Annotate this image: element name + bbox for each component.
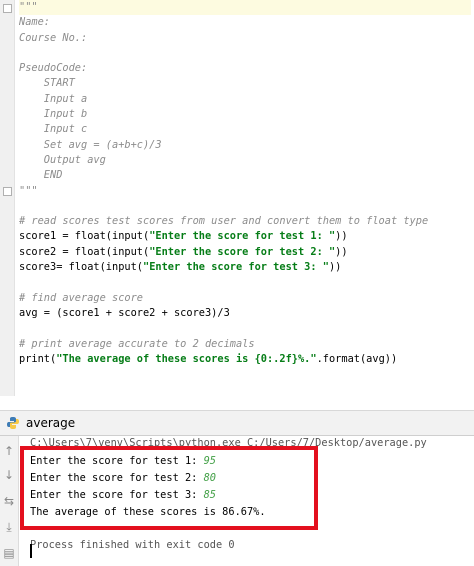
code-line[interactable]: """ bbox=[19, 0, 471, 16]
code-token: score1 = float(input( bbox=[19, 230, 150, 243]
code-line[interactable]: score3= float(input("Enter the score for… bbox=[19, 260, 471, 275]
console-prompt-line: Enter the score for test 1: 95 bbox=[30, 453, 470, 470]
console-caret bbox=[30, 544, 32, 558]
code-line[interactable]: Input b bbox=[19, 107, 471, 122]
code-line[interactable] bbox=[19, 321, 471, 336]
console-command: C:\Users\7\venv\Scripts\python.exe C:/Us… bbox=[30, 437, 427, 449]
docstring-text: Input a bbox=[19, 92, 88, 105]
code-line[interactable]: # find average score bbox=[19, 291, 471, 306]
code-line[interactable]: """ bbox=[19, 184, 471, 199]
code-line[interactable]: Output avg bbox=[19, 153, 471, 168]
console-output[interactable]: C:\Users\7\venv\Scripts\python.exe C:/Us… bbox=[30, 436, 470, 554]
code-editor[interactable]: """ Name: Course No.: PseudoCode: START Inp… bbox=[0, 0, 474, 396]
code-token: print( bbox=[19, 352, 57, 365]
string-literal: "The average of these scores is {0:.2f}%… bbox=[56, 352, 317, 365]
soft-wrap-icon[interactable]: ⇆ bbox=[2, 494, 16, 508]
code-token: avg = (score1 + score2 + score3)/3 bbox=[19, 306, 230, 319]
user-input: 85 bbox=[203, 489, 216, 501]
code-token: )) bbox=[328, 261, 342, 274]
fold-marker-icon[interactable] bbox=[3, 187, 12, 196]
docstring-text: END bbox=[19, 169, 63, 182]
arrow-up-icon[interactable]: ↑ bbox=[2, 444, 16, 458]
code-line[interactable] bbox=[19, 46, 471, 61]
code-line[interactable]: # read scores test scores from user and … bbox=[19, 214, 471, 229]
print-icon[interactable]: ▤ bbox=[2, 546, 16, 560]
console-prompt-line: Enter the score for test 2: 80 bbox=[30, 470, 470, 487]
run-tool-window-header: average bbox=[0, 411, 474, 436]
console-exit-message: Process finished with exit code 0 bbox=[30, 539, 235, 551]
code-token: )) bbox=[335, 245, 348, 258]
docstring-text: Input b bbox=[19, 108, 88, 121]
code-lines[interactable]: """ Name: Course No.: PseudoCode: START Inp… bbox=[19, 0, 471, 367]
docstring-text: Set avg = (a+b+c)/3 bbox=[19, 138, 162, 151]
string-literal: "Enter the score for test 1: " bbox=[149, 230, 336, 243]
docstring-text: """ bbox=[19, 184, 38, 197]
docstring-text: Output avg bbox=[19, 153, 106, 166]
code-comment: # find average score bbox=[19, 291, 143, 304]
console-toolbar: ↑ ↓ ⇆ ⤓ ▤ bbox=[0, 436, 19, 566]
code-line[interactable]: # print average accurate to 2 decimals bbox=[19, 337, 471, 352]
code-line[interactable]: Course No.: bbox=[19, 31, 471, 46]
code-line[interactable]: START bbox=[19, 76, 471, 91]
prompt-text: Enter the score for test 3: bbox=[30, 489, 204, 501]
code-line[interactable]: Name: bbox=[19, 15, 471, 30]
code-line[interactable]: print("The average of these scores is {0… bbox=[19, 352, 471, 367]
docstring-text: """ bbox=[19, 1, 38, 13]
docstring-text: PseudoCode: bbox=[19, 62, 88, 75]
editor-gutter bbox=[0, 0, 15, 396]
code-comment: # print average accurate to 2 decimals bbox=[19, 337, 255, 350]
code-token: .format(avg)) bbox=[316, 352, 398, 365]
docstring-text: START bbox=[19, 77, 75, 90]
fold-marker-icon[interactable] bbox=[3, 4, 12, 13]
code-line[interactable]: END bbox=[19, 168, 471, 183]
string-literal: "Enter the score for test 2: " bbox=[149, 245, 336, 258]
code-token: )) bbox=[335, 230, 348, 243]
code-comment: # read scores test scores from user and … bbox=[19, 215, 429, 228]
scroll-to-end-icon[interactable]: ⤓ bbox=[2, 520, 16, 534]
docstring-text: Name: bbox=[19, 16, 50, 29]
code-line[interactable]: Set avg = (a+b+c)/3 bbox=[19, 138, 471, 153]
user-input: 95 bbox=[203, 455, 216, 467]
docstring-text: Input c bbox=[19, 123, 88, 136]
code-line[interactable]: avg = (score1 + score2 + score3)/3 bbox=[19, 306, 471, 321]
arrow-down-icon[interactable]: ↓ bbox=[2, 468, 16, 482]
panel-separator bbox=[0, 396, 474, 411]
code-line[interactable]: score2 = float(input("Enter the score fo… bbox=[19, 245, 471, 260]
user-input: 80 bbox=[203, 472, 216, 484]
prompt-text: Enter the score for test 1: bbox=[30, 455, 204, 467]
code-token: score3= float(input( bbox=[19, 261, 143, 274]
code-line[interactable]: score1 = float(input("Enter the score fo… bbox=[19, 229, 471, 244]
run-tab-title[interactable]: average bbox=[26, 415, 75, 431]
code-token: score2 = float(input( bbox=[19, 245, 150, 258]
python-icon bbox=[7, 417, 19, 429]
console-prompt-line: Enter the score for test 3: 85 bbox=[30, 487, 470, 504]
code-line[interactable] bbox=[19, 275, 471, 290]
prompt-text: Enter the score for test 2: bbox=[30, 472, 204, 484]
code-line[interactable] bbox=[19, 199, 471, 214]
code-line[interactable]: Input a bbox=[19, 92, 471, 107]
code-line[interactable]: Input c bbox=[19, 122, 471, 137]
console-result: The average of these scores is 86.67%. bbox=[30, 506, 266, 518]
code-line[interactable]: PseudoCode: bbox=[19, 61, 471, 76]
console-blank bbox=[30, 521, 470, 537]
string-literal: "Enter the score for test 3: " bbox=[143, 261, 329, 274]
docstring-text: Course No.: bbox=[19, 31, 88, 44]
